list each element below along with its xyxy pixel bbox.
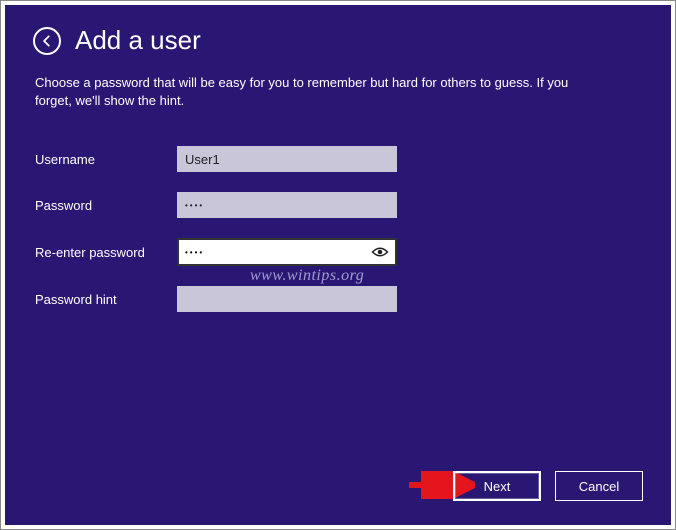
reenter-label: Re-enter password (35, 245, 177, 260)
hint-label: Password hint (35, 292, 177, 307)
reenter-input-wrapper (177, 238, 397, 266)
username-label: Username (35, 152, 177, 167)
page-title: Add a user (75, 25, 201, 56)
hint-row: Password hint (35, 286, 643, 312)
password-input[interactable] (177, 192, 397, 218)
reenter-input[interactable] (185, 248, 371, 257)
reveal-password-icon[interactable] (371, 245, 389, 259)
reenter-row: Re-enter password (35, 238, 643, 266)
next-button[interactable]: Next (453, 471, 541, 501)
add-user-wizard: Add a user Choose a password that will b… (5, 5, 671, 525)
password-label: Password (35, 198, 177, 213)
username-input[interactable] (177, 146, 397, 172)
header: Add a user (33, 25, 643, 56)
password-row: Password (35, 192, 643, 218)
back-button[interactable] (33, 27, 61, 55)
cancel-button[interactable]: Cancel (555, 471, 643, 501)
form: Username Password Re-enter password Pass… (35, 146, 643, 312)
arrow-left-icon (40, 34, 54, 48)
page-subtitle: Choose a password that will be easy for … (35, 74, 595, 110)
footer: Next Cancel (453, 471, 643, 501)
username-row: Username (35, 146, 643, 172)
hint-input[interactable] (177, 286, 397, 312)
